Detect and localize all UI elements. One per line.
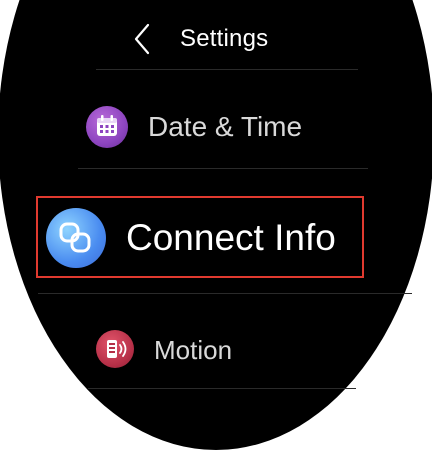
connect-info-icon: [46, 208, 106, 268]
page-title: Settings: [180, 25, 269, 52]
menu-item-date-time[interactable]: Date & Time: [70, 90, 370, 166]
chevron-left-icon: [134, 23, 150, 55]
divider: [88, 388, 356, 389]
menu-item-label: Date & Time: [148, 111, 303, 142]
menu-item-connect-info[interactable]: Connect Info: [36, 196, 364, 278]
screen: Settings Date & Time Connect Info Motion: [0, 0, 432, 450]
divider: [96, 69, 358, 70]
motion-icon: [96, 330, 134, 368]
header: Settings: [0, 0, 432, 70]
menu-item-label: Motion: [154, 335, 233, 365]
divider: [38, 293, 412, 294]
divider: [78, 168, 368, 169]
calendar-icon: [86, 106, 128, 148]
menu-item-motion[interactable]: Motion: [86, 316, 366, 386]
menu-item-label: Connect Info: [126, 217, 336, 258]
back-button[interactable]: [128, 20, 158, 58]
